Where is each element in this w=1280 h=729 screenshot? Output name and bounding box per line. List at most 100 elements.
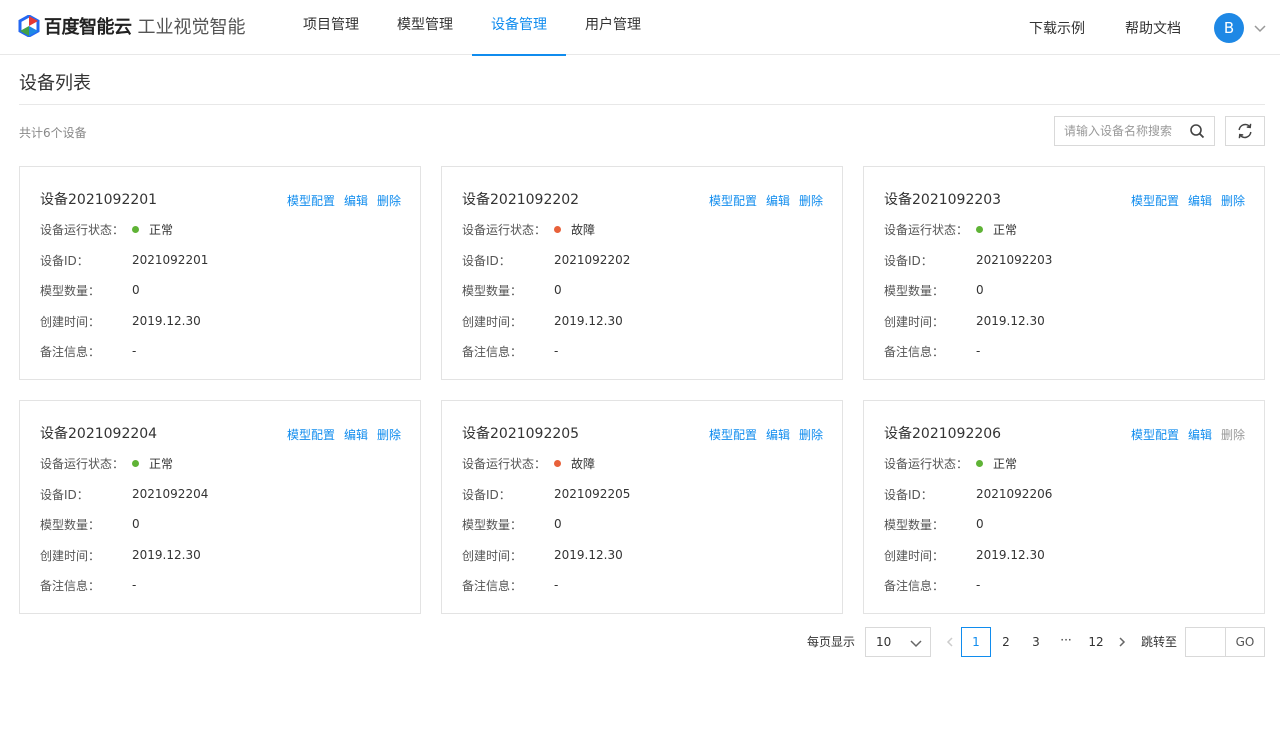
model-config-link[interactable]: 模型配置 [709,192,757,209]
nav-project-management[interactable]: 项目管理 [284,0,378,55]
created-value: 2019.12.30 [132,548,201,562]
created-row: 创建时间： 2019.12.30 [884,313,1045,329]
search-icon[interactable] [1189,123,1205,139]
remark-value: - [132,578,137,592]
created-value: 2019.12.30 [132,314,201,328]
remark-label: 备注信息： [884,344,945,359]
delete-link-disabled: 删除 [1220,428,1245,442]
device-search-input[interactable] [1055,117,1183,145]
delete-link[interactable]: 删除 [377,426,401,443]
model-count-label: 模型数量： [40,283,101,298]
id-row: 设备ID： 2021092205 [462,486,630,502]
model-count-value: 0 [976,283,984,297]
model-count-row: 模型数量： 0 [884,282,984,298]
download-example-link[interactable]: 下载示例 [1029,18,1085,38]
prev-page-button[interactable] [939,627,961,657]
remark-value: - [132,344,137,358]
page-size-value: 10 [875,634,892,649]
chevron-left-icon [946,636,953,647]
card-actions: 模型配置 编辑 删除 [700,192,823,209]
status-row: 设备运行状态： 正常 [884,221,1017,237]
status-dot-icon [976,225,983,233]
status-row: 设备运行状态： 正常 [40,455,173,471]
remark-value: - [976,344,981,358]
model-config-link[interactable]: 模型配置 [287,426,335,443]
remark-row: 备注信息： - [884,343,980,359]
id-value: 2021092206 [976,487,1053,501]
delete-link[interactable]: 删除 [1221,192,1245,209]
status-dot-icon [976,459,983,467]
nav-device-management[interactable]: 设备管理 [472,0,566,56]
device-name: 设备2021092205 [462,426,580,442]
page-size-select[interactable]: 10 [864,626,931,657]
edit-link[interactable]: 编辑 [1188,192,1212,209]
chevron-down-icon[interactable] [1252,20,1268,36]
refresh-button[interactable] [1225,116,1265,146]
page-3-button[interactable]: 3 [1021,627,1051,657]
chevron-down-icon [910,639,922,647]
id-value: 2021092202 [554,253,631,267]
go-button[interactable]: GO [1225,626,1265,657]
created-value: 2019.12.30 [976,548,1045,562]
nav-user-management[interactable]: 用户管理 [566,0,660,55]
logo[interactable]: 百度智能云 工业视觉智能 [18,13,246,39]
refresh-icon [1238,123,1252,139]
help-docs-link[interactable]: 帮助文档 [1125,18,1181,38]
delete-link[interactable]: 删除 [799,192,823,209]
page-title: 设备列表 [19,73,91,94]
page-1-button[interactable]: 1 [960,626,991,657]
status-label: 设备运行状态： [40,222,125,237]
device-name: 设备2021092204 [40,426,158,442]
id-value: 2021092204 [132,487,209,501]
device-card: 设备2021092203 模型配置 编辑 删除 设备运行状态： 正常 设备ID：… [863,166,1265,380]
model-count-row: 模型数量： 0 [462,282,562,298]
created-value: 2019.12.30 [976,314,1045,328]
page-ellipsis[interactable]: ··· [1051,627,1081,657]
device-name: 设备2021092201 [40,192,158,208]
page-12-button[interactable]: 12 [1081,627,1111,657]
device-card: 设备2021092206 模型配置 编辑 删除 设备运行状态： 正常 设备ID：… [863,400,1265,614]
device-count: 共计6个设备 [19,126,87,140]
main-nav: 项目管理 模型管理 设备管理 用户管理 [284,0,660,56]
created-label: 创建时间： [884,548,945,563]
card-actions: 模型配置 编辑 删除 [1122,426,1245,443]
id-label: 设备ID： [40,487,89,502]
brand-name: 百度智能云 [44,17,132,38]
edit-link[interactable]: 编辑 [766,192,790,209]
jump-page-input[interactable] [1185,626,1225,657]
delete-link[interactable]: 删除 [799,426,823,443]
status-row: 设备运行状态： 故障 [462,455,595,471]
model-count-value: 0 [554,283,562,297]
remark-label: 备注信息： [462,578,523,593]
status-value: 正常 [149,222,174,237]
remark-label: 备注信息： [40,344,101,359]
id-row: 设备ID： 2021092206 [884,486,1052,502]
edit-link[interactable]: 编辑 [344,192,368,209]
created-row: 创建时间： 2019.12.30 [40,313,201,329]
user-avatar[interactable]: B [1214,12,1244,43]
edit-link[interactable]: 编辑 [344,426,368,443]
model-count-row: 模型数量： 0 [884,516,984,532]
page-2-button[interactable]: 2 [991,627,1021,657]
model-config-link[interactable]: 模型配置 [1131,192,1179,209]
created-label: 创建时间： [462,314,523,329]
pagination: 每页显示 10 1 2 3 ··· 12 跳转至 GO [807,626,1265,657]
id-label: 设备ID： [462,487,511,502]
card-actions: 模型配置 编辑 删除 [278,426,401,443]
status-value: 正常 [149,456,174,471]
model-count-value: 0 [132,517,140,531]
delete-link[interactable]: 删除 [377,192,401,209]
title-divider [19,104,1265,105]
next-page-button[interactable] [1111,627,1133,657]
created-row: 创建时间： 2019.12.30 [462,547,623,563]
edit-link[interactable]: 编辑 [766,426,790,443]
edit-link[interactable]: 编辑 [1188,426,1212,443]
nav-model-management[interactable]: 模型管理 [378,0,472,55]
device-card: 设备2021092205 模型配置 编辑 删除 设备运行状态： 故障 设备ID：… [441,400,843,614]
id-value: 2021092201 [132,253,209,267]
device-card: 设备2021092202 模型配置 编辑 删除 设备运行状态： 故障 设备ID：… [441,166,843,380]
model-config-link[interactable]: 模型配置 [1131,426,1179,443]
model-config-link[interactable]: 模型配置 [287,192,335,209]
status-dot-icon [132,225,139,233]
model-config-link[interactable]: 模型配置 [709,426,757,443]
